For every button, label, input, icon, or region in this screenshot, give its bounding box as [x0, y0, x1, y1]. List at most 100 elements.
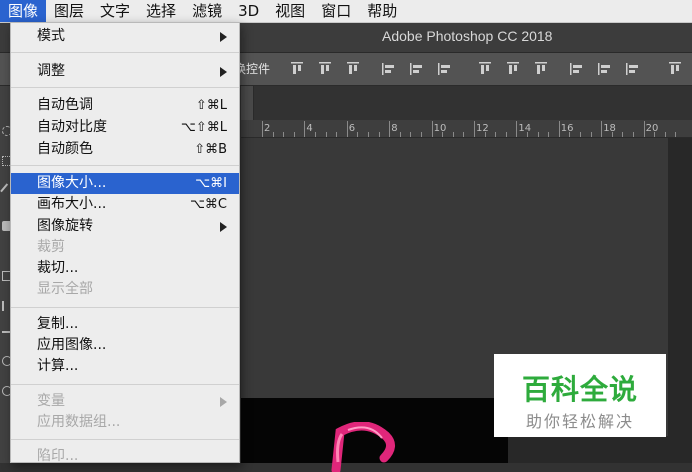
menu-item-label: 应用图像... [37, 337, 107, 353]
menu-item-label: 模式 [37, 28, 65, 44]
distribute-left-icon[interactable] [569, 61, 585, 77]
menu-help[interactable]: 帮助 [359, 0, 405, 22]
align-left-icon[interactable] [381, 61, 397, 77]
menu-item-auto-color[interactable]: 自动颜色 ⇧⌘B [11, 139, 239, 160]
ruler-major-tick [601, 121, 603, 137]
menu-type[interactable]: 文字 [92, 0, 138, 22]
menu-item-label: 自动色调 [37, 97, 93, 113]
ruler-label: 4 [306, 123, 313, 134]
submenu-arrow-icon [220, 222, 227, 232]
align-hcenter-icon[interactable] [409, 61, 425, 77]
horizontal-ruler[interactable]: 2 4 6 8 10 12 14 16 18 20 [241, 120, 692, 138]
ruler-major-tick [304, 121, 306, 137]
shortcut-label: ⌥⌘I [195, 176, 227, 191]
menu-item-mode[interactable]: 模式 [11, 26, 239, 47]
ruler-label: 18 [603, 123, 616, 134]
submenu-arrow-icon [220, 67, 227, 77]
ruler-label: 16 [560, 123, 574, 134]
ruler-major-tick [558, 121, 560, 137]
pink-letter-artwork [331, 422, 395, 472]
menu-separator [11, 307, 239, 308]
watermark-subtitle: 助你轻松解决 [525, 412, 634, 431]
ruler-minor-tick [569, 132, 571, 137]
watermark-title: 百科全说 [521, 373, 638, 406]
menu-item-apply-data-set: 应用数据组... [11, 412, 239, 433]
menu-item-label: 画布大小... [37, 196, 107, 212]
menu-separator [11, 384, 239, 385]
ruler-major-tick [346, 121, 348, 137]
menu-item-label: 图像大小... [37, 175, 107, 191]
ruler-minor-tick [527, 132, 528, 137]
ruler-label: 12 [476, 123, 489, 134]
ruler-minor-tick [293, 132, 295, 137]
ruler-major-tick [389, 121, 391, 137]
ruler-major-tick [431, 121, 433, 137]
distribute-spacing-icon[interactable] [667, 61, 683, 77]
ruler-major-tick [262, 121, 263, 137]
ruler-minor-tick [484, 132, 486, 137]
menu-item-calculations[interactable]: 计算... [11, 356, 239, 377]
ruler-minor-tick [580, 132, 581, 137]
menu-separator [11, 87, 239, 88]
menu-layer[interactable]: 图层 [46, 0, 92, 22]
window-title: Adobe Photoshop CC 2018 [382, 28, 553, 44]
menu-item-trim[interactable]: 裁切... [11, 258, 239, 279]
menu-item-label: 复制... [37, 316, 79, 332]
ruler-minor-tick [463, 132, 465, 137]
menu-item-label: 应用数据组... [37, 414, 121, 430]
menu-select[interactable]: 选择 [138, 0, 184, 22]
menu-window[interactable]: 窗口 [313, 0, 359, 22]
ruler-label: 8 [391, 123, 398, 134]
ruler-minor-tick [505, 132, 507, 137]
submenu-arrow-icon [220, 397, 227, 407]
shortcut-label: ⇧⌘B [194, 142, 227, 157]
menu-filter[interactable]: 滤镜 [184, 0, 230, 22]
ruler-minor-tick [664, 132, 666, 137]
watermark-logo: 百科全说 助你轻松解决 [494, 354, 666, 437]
menu-item-label: 裁切... [37, 260, 79, 276]
align-top-icon[interactable] [289, 61, 305, 77]
menu-item-image-rotation[interactable]: 图像旋转 [11, 216, 239, 237]
submenu-arrow-icon [220, 32, 227, 42]
distribute-vcenter-icon[interactable] [505, 61, 521, 77]
document-tab[interactable] [241, 86, 254, 120]
menu-bar: 图像 图层 文字 选择 滤镜 3D 视图 窗口 帮助 [0, 0, 692, 23]
distribute-right-icon[interactable] [625, 61, 641, 77]
menu-item-duplicate[interactable]: 复制... [11, 314, 239, 335]
ruler-minor-tick [611, 132, 613, 137]
ruler-label: 10 [433, 123, 447, 134]
ruler-minor-tick [410, 132, 412, 137]
menu-item-image-size[interactable]: 图像大小... ⌥⌘I [11, 173, 239, 194]
distribute-hcenter-icon[interactable] [597, 61, 613, 77]
align-vcenter-icon[interactable] [317, 61, 333, 77]
ruler-major-tick [474, 121, 475, 137]
distribute-top-icon[interactable] [477, 61, 493, 77]
menu-item-canvas-size[interactable]: 画布大小... ⌥⌘C [11, 194, 239, 215]
menu-view[interactable]: 视图 [267, 0, 313, 22]
ruler-minor-tick [675, 132, 677, 137]
menu-item-crop: 裁剪 [11, 237, 239, 258]
shortcut-label: ⌥⌘C [189, 197, 227, 212]
menu-item-label: 图像旋转 [37, 218, 93, 234]
menu-item-variables: 变量 [11, 391, 239, 412]
distribute-bottom-icon[interactable] [533, 61, 549, 77]
ruler-minor-tick [325, 132, 327, 137]
menu-item-apply-image[interactable]: 应用图像... [11, 335, 239, 356]
ruler-minor-tick [495, 132, 497, 137]
align-bottom-icon[interactable] [345, 61, 361, 77]
menu-separator [11, 52, 239, 53]
menu-item-auto-tone[interactable]: 自动色调 ⇧⌘L [11, 95, 239, 116]
menu-item-auto-contrast[interactable]: 自动对比度 ⌥⇧⌘L [11, 117, 239, 138]
shortcut-label: ⇧⌘L [195, 98, 227, 113]
ruler-major-tick [643, 121, 645, 137]
menu-separator [11, 165, 239, 166]
ruler-minor-tick [336, 132, 338, 137]
menu-image[interactable]: 图像 [0, 0, 47, 22]
ruler-minor-tick [399, 132, 401, 137]
menu-item-adjustments[interactable]: 调整 [11, 61, 239, 82]
menu-item-label: 自动对比度 [37, 119, 107, 135]
ruler-minor-tick [421, 132, 422, 137]
align-right-icon[interactable] [437, 61, 453, 77]
ruler-minor-tick [633, 132, 634, 137]
menu-3d[interactable]: 3D [230, 0, 267, 22]
